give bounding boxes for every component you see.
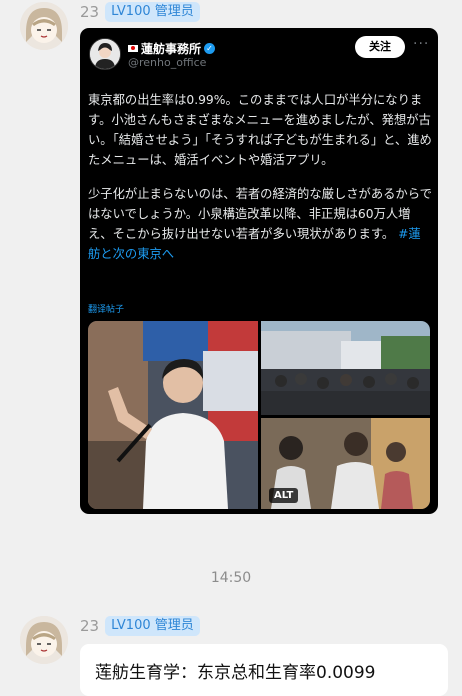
tweet-account-name-row: 蓮舫事務所 ✓ <box>128 40 216 57</box>
sender-avatar[interactable] <box>20 616 68 664</box>
tweet-screenshot-message[interactable]: 蓮舫事務所 ✓ @renho_office 关注 ··· 東京都の出生率は0.9… <box>80 28 438 514</box>
message-timestamp: 14:50 <box>210 570 252 586</box>
sender-meta: 23 LV100 管理员 <box>80 616 200 636</box>
more-options-icon[interactable]: ··· <box>413 36 429 52</box>
sender-meta: 23 LV100 管理员 <box>80 2 200 22</box>
tweet-photo-speaker[interactable] <box>88 321 258 509</box>
sender-level-badge: LV100 管理员 <box>105 616 200 636</box>
tweet-paragraph-2: 少子化が止まらないのは、若者の経済的な厳しさがあるからではないでしょうか。小泉構… <box>88 187 432 241</box>
sender-level-badge: LV100 管理员 <box>105 2 200 22</box>
tweet-body: 東京都の出生率は0.99%。このままでは人口が半分になります。小池さんもさまざま… <box>88 90 432 278</box>
tweet-photo-audience[interactable]: ALT <box>261 418 430 509</box>
verified-icon: ✓ <box>204 43 216 54</box>
tweet-paragraph-1: 東京都の出生率は0.99%。このままでは人口が半分になります。小池さんもさまざま… <box>88 93 432 167</box>
tweet-photo-grid: ALT <box>88 321 430 509</box>
translate-post-link[interactable]: 翻译帖子 <box>88 302 124 315</box>
tweet-account-name: 蓮舫事務所 <box>141 42 202 56</box>
tweet-photo-crowd[interactable] <box>261 321 430 415</box>
tweet-handle: @renho_office <box>128 56 207 69</box>
sender-avatar[interactable] <box>20 2 68 50</box>
follow-button[interactable]: 关注 <box>355 36 405 58</box>
sender-number: 23 <box>80 617 100 635</box>
tweet-account-avatar <box>89 38 121 70</box>
sender-number: 23 <box>80 3 100 21</box>
alt-text-badge[interactable]: ALT <box>269 488 299 503</box>
japan-flag-icon <box>128 45 138 52</box>
text-message-bubble[interactable]: 莲舫生育学：东京总和生育率0.0099 <box>80 644 448 696</box>
